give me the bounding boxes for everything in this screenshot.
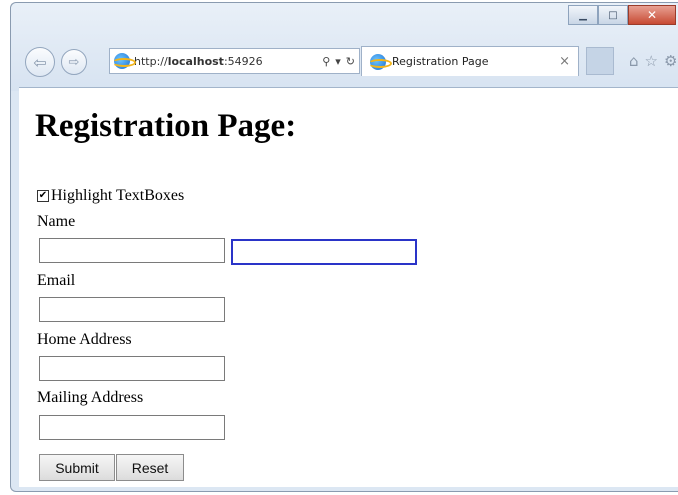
name-label: Name [37, 213, 76, 230]
home-address-input[interactable] [39, 356, 225, 381]
tab-title: Registration Page [392, 55, 489, 68]
email-label: Email [37, 272, 76, 289]
mailing-address-input[interactable] [39, 415, 225, 440]
highlight-textboxes-label: Highlight TextBoxes [51, 187, 185, 204]
tab-close-icon[interactable]: × [559, 54, 570, 69]
url-host: localhost [167, 54, 224, 68]
name-extra-input[interactable] [231, 239, 417, 265]
toolbar-icons: ⌂ ☆ ⚙ [629, 52, 677, 70]
page-content: Registration Page: ✔ Highlight TextBoxes… [19, 87, 678, 487]
url-scheme: http:// [134, 54, 168, 68]
highlight-textboxes-checkbox[interactable]: ✔ [37, 190, 49, 202]
ie-logo-icon [112, 53, 136, 69]
browser-window: ▁ □ ✕ ⇦ ⇨ http://localhost:54926 ⚲ ▾ ↻ R… [10, 2, 678, 492]
back-arrow-icon[interactable]: ⇦ [25, 47, 55, 77]
address-url: http://localhost:54926 [134, 55, 263, 68]
mailing-address-label: Mailing Address [37, 389, 144, 406]
home-icon[interactable]: ⌂ [629, 52, 639, 70]
new-tab-button[interactable] [586, 47, 614, 75]
name-input[interactable] [39, 238, 225, 263]
settings-gear-icon[interactable]: ⚙ [664, 52, 677, 70]
tab-registration-page[interactable]: Registration Page × [361, 46, 579, 76]
forward-arrow-icon[interactable]: ⇨ [61, 49, 87, 75]
dropdown-icon[interactable]: ▾ [335, 55, 341, 68]
page-title: Registration Page: [35, 108, 297, 144]
highlight-textboxes-row[interactable]: ✔ Highlight TextBoxes [37, 187, 184, 205]
window-controls: ▁ □ ✕ [568, 5, 676, 25]
browser-chrome: ▁ □ ✕ ⇦ ⇨ http://localhost:54926 ⚲ ▾ ↻ R… [11, 3, 678, 91]
url-port: :54926 [223, 54, 263, 68]
ie-tab-icon [368, 53, 392, 70]
search-icon[interactable]: ⚲ [322, 55, 330, 68]
submit-button[interactable]: Submit [39, 454, 115, 481]
address-tools: ⚲ ▾ ↻ [322, 55, 355, 68]
reset-button[interactable]: Reset [116, 454, 184, 481]
address-bar[interactable]: http://localhost:54926 ⚲ ▾ ↻ [109, 48, 360, 74]
refresh-icon[interactable]: ↻ [346, 55, 355, 68]
close-window-icon[interactable]: ✕ [628, 5, 676, 25]
favorites-star-icon[interactable]: ☆ [645, 52, 658, 70]
home-address-label: Home Address [37, 331, 132, 348]
maximize-icon[interactable]: □ [598, 5, 628, 25]
email-input[interactable] [39, 297, 225, 322]
minimize-icon[interactable]: ▁ [568, 5, 598, 25]
